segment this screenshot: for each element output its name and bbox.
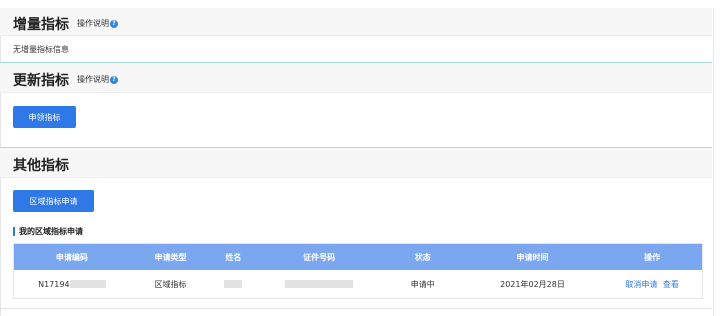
applications-table: 申请编码 申请类型 姓名 证件号码 状态 申请时间 操作 N17194 区域指标… — [13, 243, 703, 299]
update-section-title: 更新指标 — [13, 73, 69, 89]
my-applications-title: 我的区域指标申请 — [13, 226, 83, 237]
redacted-block — [69, 280, 106, 288]
applicant-name-cell — [211, 280, 255, 289]
other-section-header: 其他指标 — [0, 148, 712, 178]
question-circle-icon: ? — [110, 75, 118, 84]
application-status: 申请中 — [410, 279, 435, 289]
incremental-help-label: 操作说明 — [77, 19, 109, 28]
column-header: 状态 — [414, 252, 431, 262]
column-header: 申请编码 — [55, 252, 88, 262]
update-help-link[interactable]: 操作说明? — [77, 74, 118, 85]
view-application-link[interactable]: 查看 — [663, 280, 679, 289]
column-header: 操作 — [644, 252, 661, 262]
update-section-header: 更新指标 操作说明? — [0, 63, 712, 93]
table-header: 申请编码 申请类型 姓名 证件号码 状态 申请时间 操作 — [14, 244, 702, 270]
regional-quota-apply-button[interactable]: 区域指标申请 — [13, 190, 94, 212]
cancel-application-link[interactable]: 取消申请 — [625, 280, 657, 289]
other-section-title: 其他指标 — [13, 158, 69, 174]
column-header: 姓名 — [225, 252, 242, 262]
question-circle-icon: ? — [110, 19, 118, 28]
redacted-id-number — [285, 280, 354, 288]
application-code: N17194 — [38, 279, 70, 289]
incremental-section-header: 增量指标 操作说明? — [0, 8, 712, 36]
application-time: 2021年02月28日 — [500, 279, 565, 289]
redacted-name — [224, 280, 243, 288]
incremental-empty-text: 无增量指标信息 — [13, 45, 69, 54]
bottom-border — [0, 308, 712, 309]
application-code-cell: N17194 — [14, 280, 130, 289]
incremental-help-link[interactable]: 操作说明? — [77, 18, 118, 29]
application-type: 区域指标 — [154, 279, 187, 289]
table-row: N17194 区域指标 申请中 2021年02月28日 取消申请 查看 — [14, 270, 702, 298]
column-header: 证件号码 — [303, 252, 336, 262]
id-number-cell — [255, 280, 383, 289]
update-help-label: 操作说明 — [77, 75, 109, 84]
incremental-section-title: 增量指标 — [13, 17, 69, 33]
claim-quota-button[interactable]: 申领指标 — [13, 106, 76, 128]
column-header: 申请类型 — [154, 252, 187, 262]
column-header: 申请时间 — [516, 252, 549, 262]
my-applications-label: 我的区域指标申请 — [19, 227, 83, 236]
actions-cell: 取消申请 查看 — [602, 279, 702, 290]
